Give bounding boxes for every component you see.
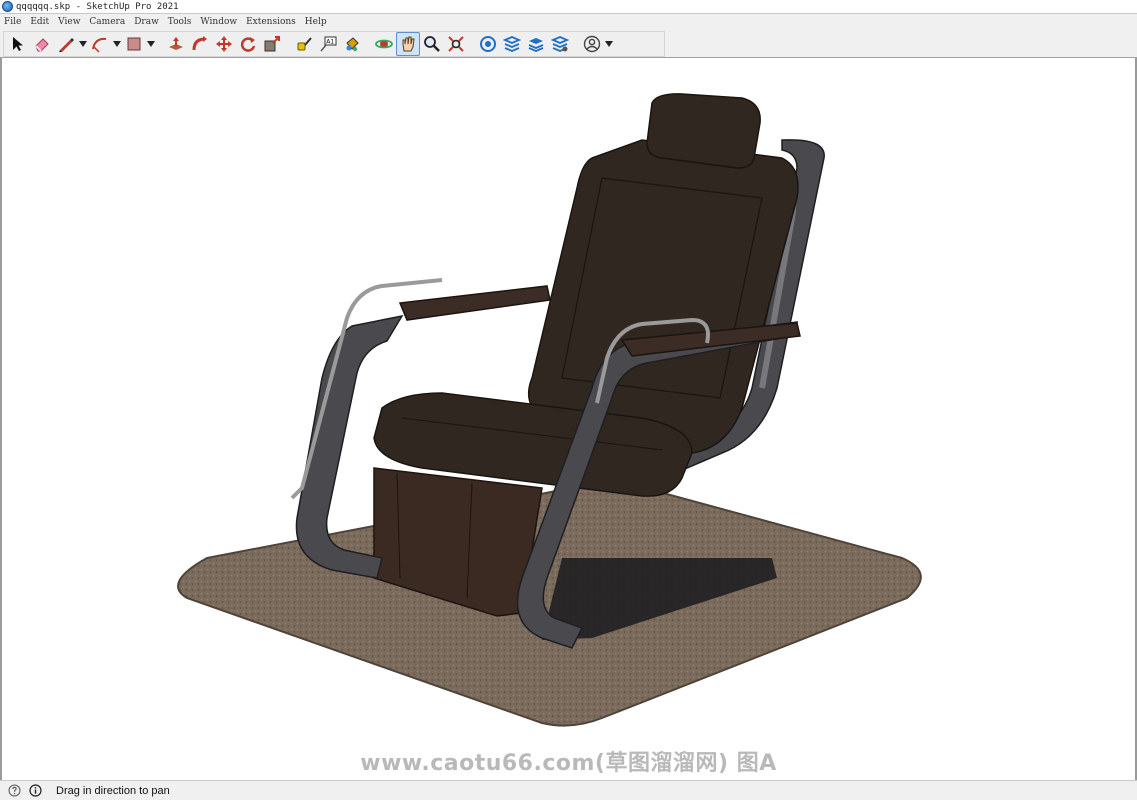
shape-tool-dropdown[interactable] — [146, 32, 156, 56]
eraser-tool[interactable] — [30, 32, 54, 56]
select-arrow-icon — [13, 37, 23, 51]
scale-icon — [264, 36, 280, 52]
extension-warehouse-icon — [503, 36, 521, 52]
extension-manager-tool[interactable] — [548, 32, 572, 56]
menu-extensions[interactable]: Extensions — [246, 17, 296, 27]
chevron-down-icon — [605, 41, 613, 47]
3d-warehouse-icon — [480, 36, 496, 52]
arc-icon — [92, 37, 107, 53]
account-dropdown[interactable] — [604, 32, 614, 56]
menu-draw[interactable]: Draw — [134, 17, 159, 27]
eraser-icon — [35, 38, 49, 52]
pan-tool[interactable] — [396, 32, 420, 56]
zoom-icon — [424, 36, 440, 52]
orbit-icon — [375, 39, 393, 49]
menu-bar: File Edit View Camera Draw Tools Window … — [0, 14, 1137, 29]
extension-warehouse-tool[interactable] — [500, 32, 524, 56]
question-icon — [8, 784, 21, 797]
left-armrest — [398, 285, 551, 321]
rectangle-shape-icon — [127, 37, 141, 51]
move-icon — [216, 36, 232, 52]
account-user-icon — [583, 35, 601, 53]
menu-edit[interactable]: Edit — [30, 17, 49, 27]
status-bar: Drag in direction to pan — [0, 780, 1137, 800]
menu-camera[interactable]: Camera — [89, 17, 125, 27]
text-tool[interactable]: A1 — [316, 32, 340, 56]
push-pull-tool[interactable] — [164, 32, 188, 56]
account-button[interactable] — [580, 32, 604, 56]
3d-warehouse-tool[interactable] — [476, 32, 500, 56]
getting-started-toolbar: A1 — [3, 31, 665, 57]
model-viewport[interactable]: www.caotu66.com(草图溜溜网) 图A — [0, 58, 1137, 780]
paint-bucket-icon — [346, 37, 359, 51]
menu-help[interactable]: Help — [305, 17, 327, 27]
chevron-down-icon — [79, 41, 87, 47]
line-tool-dropdown[interactable] — [78, 32, 88, 56]
chair-3d-model — [177, 93, 922, 727]
move-tool[interactable] — [212, 32, 236, 56]
follow-me-icon — [192, 36, 207, 51]
select-tool[interactable] — [6, 32, 30, 56]
chevron-down-icon — [113, 41, 121, 47]
menu-view[interactable]: View — [58, 17, 80, 27]
text-icon: A1 — [320, 36, 337, 52]
tape-measure-tool[interactable] — [292, 32, 316, 56]
rectangle-tool[interactable] — [122, 32, 146, 56]
orbit-tool[interactable] — [372, 32, 396, 56]
title-bar: qqqqqq.skp - SketchUp Pro 2021 — [0, 0, 1137, 14]
menu-tools[interactable]: Tools — [168, 17, 192, 27]
zoom-extents-tool[interactable] — [444, 32, 468, 56]
arc-tool-dropdown[interactable] — [112, 32, 122, 56]
window-title: qqqqqq.skp - SketchUp Pro 2021 — [16, 1, 179, 12]
line-tool[interactable] — [54, 32, 78, 56]
info-icon — [29, 784, 42, 797]
chevron-down-icon — [147, 41, 155, 47]
arc-tool[interactable] — [88, 32, 112, 56]
rotate-icon — [240, 37, 256, 52]
menu-file[interactable]: File — [4, 17, 21, 27]
paint-bucket-tool[interactable] — [340, 32, 364, 56]
follow-me-tool[interactable] — [188, 32, 212, 56]
info-status-icon[interactable] — [29, 784, 42, 797]
pencil-line-icon — [59, 38, 74, 52]
tape-measure-icon — [297, 37, 312, 51]
scale-tool[interactable] — [260, 32, 284, 56]
push-pull-icon — [169, 37, 183, 50]
svg-text:A1: A1 — [326, 39, 334, 46]
status-hint: Drag in direction to pan — [56, 784, 170, 797]
rotate-tool[interactable] — [236, 32, 260, 56]
layout-tool[interactable] — [524, 32, 548, 56]
pan-hand-icon — [402, 36, 415, 52]
layout-icon — [528, 38, 544, 52]
headrest — [646, 93, 761, 169]
zoom-tool[interactable] — [420, 32, 444, 56]
main-toolbar: A1 — [0, 29, 1137, 58]
watermark-text: www.caotu66.com(草图溜溜网) 图A — [360, 751, 777, 776]
sketchup-app-icon — [2, 1, 13, 12]
zoom-extents-icon — [448, 36, 464, 52]
extension-manager-icon — [551, 36, 569, 52]
geolocation-status-icon[interactable] — [8, 784, 21, 797]
menu-window[interactable]: Window — [200, 17, 237, 27]
